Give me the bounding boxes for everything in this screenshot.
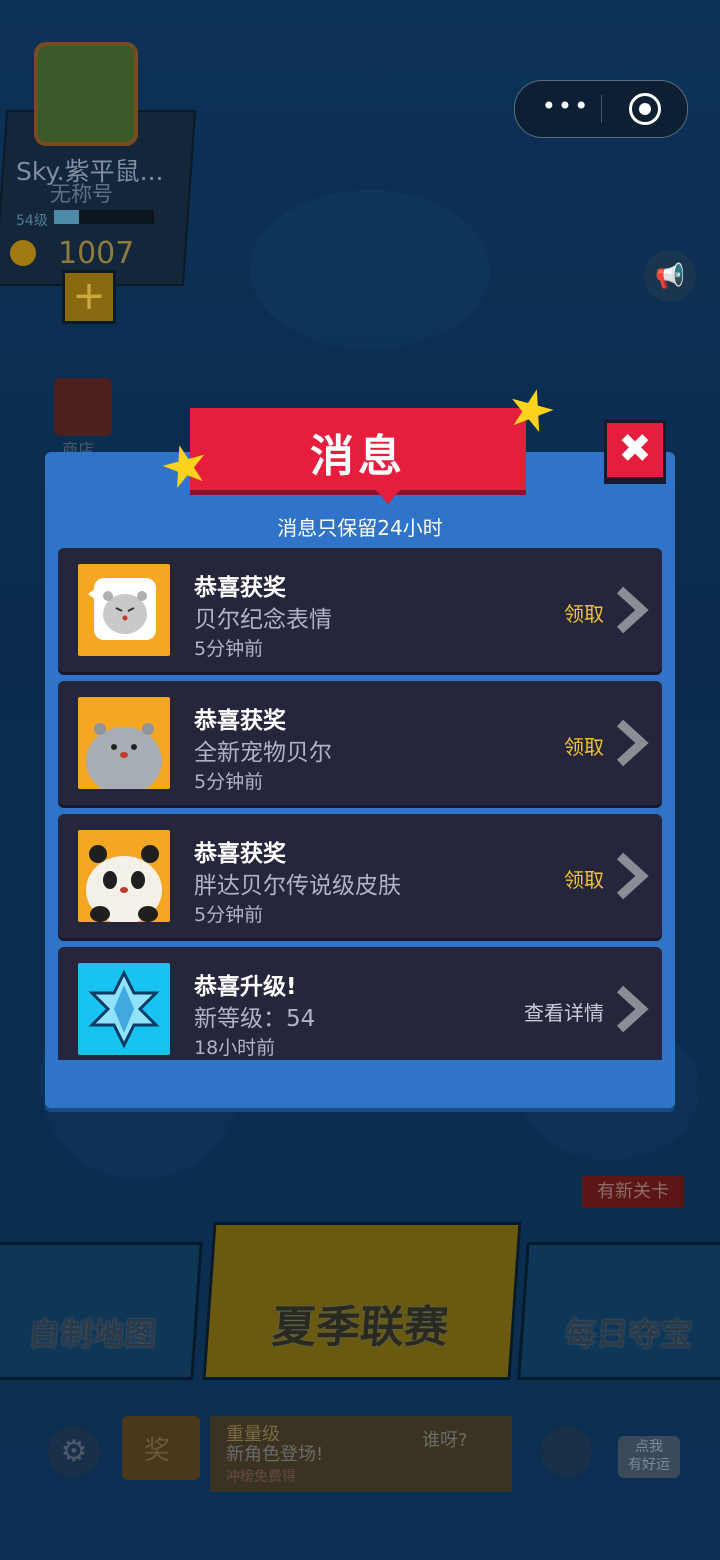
message-title: 恭喜获奖 [194, 575, 286, 601]
dialog-title: 消息 [310, 431, 406, 482]
message-list[interactable]: 恭喜获奖 贝尔纪念表情 5分钟前 领取 恭喜获奖 全新宠物贝尔 5分钟前 领取 [58, 548, 662, 1060]
message-title: 恭喜获奖 [194, 708, 286, 734]
claim-button[interactable]: 领取 [564, 731, 604, 760]
banner-tail [376, 490, 400, 504]
claim-button[interactable]: 领取 [564, 864, 604, 893]
message-description: 胖达贝尔传说级皮肤 [194, 873, 401, 899]
message-row[interactable]: 恭喜获奖 胖达贝尔传说级皮肤 5分钟前 领取 [58, 814, 662, 938]
message-description: 贝尔纪念表情 [194, 607, 332, 633]
message-title: 恭喜升级! [194, 974, 297, 1000]
message-description: 全新宠物贝尔 [194, 740, 332, 766]
chevron-right-icon[interactable] [614, 852, 650, 900]
message-time: 5分钟前 [194, 638, 264, 660]
chevron-right-icon[interactable] [614, 586, 650, 634]
message-description: 新等级：54 [194, 1006, 316, 1032]
message-time: 5分钟前 [194, 904, 264, 926]
message-time: 18小时前 [194, 1037, 276, 1059]
message-row[interactable]: 恭喜获奖 全新宠物贝尔 5分钟前 领取 [58, 681, 662, 805]
message-time: 5分钟前 [194, 771, 264, 793]
message-title: 恭喜获奖 [194, 841, 286, 867]
panda-skin-icon [78, 830, 170, 922]
message-row[interactable]: 恭喜获奖 贝尔纪念表情 5分钟前 领取 [58, 548, 662, 672]
view-details-button[interactable]: 查看详情 [524, 997, 604, 1026]
message-row[interactable]: 恭喜升级! 新等级：54 18小时前 查看详情 [58, 947, 662, 1060]
claim-button[interactable]: 领取 [564, 598, 604, 627]
seal-pet-icon [78, 697, 170, 789]
dialog-subtitle: 消息只保留24小时 [277, 516, 443, 540]
chevron-right-icon[interactable] [614, 719, 650, 767]
dialog-title-banner: 消息 [190, 408, 526, 490]
chevron-right-icon[interactable] [614, 985, 650, 1033]
star-crystal-icon [78, 963, 170, 1055]
seal-sticker-icon [78, 564, 170, 656]
close-dialog-button[interactable]: ✖ [604, 420, 666, 480]
